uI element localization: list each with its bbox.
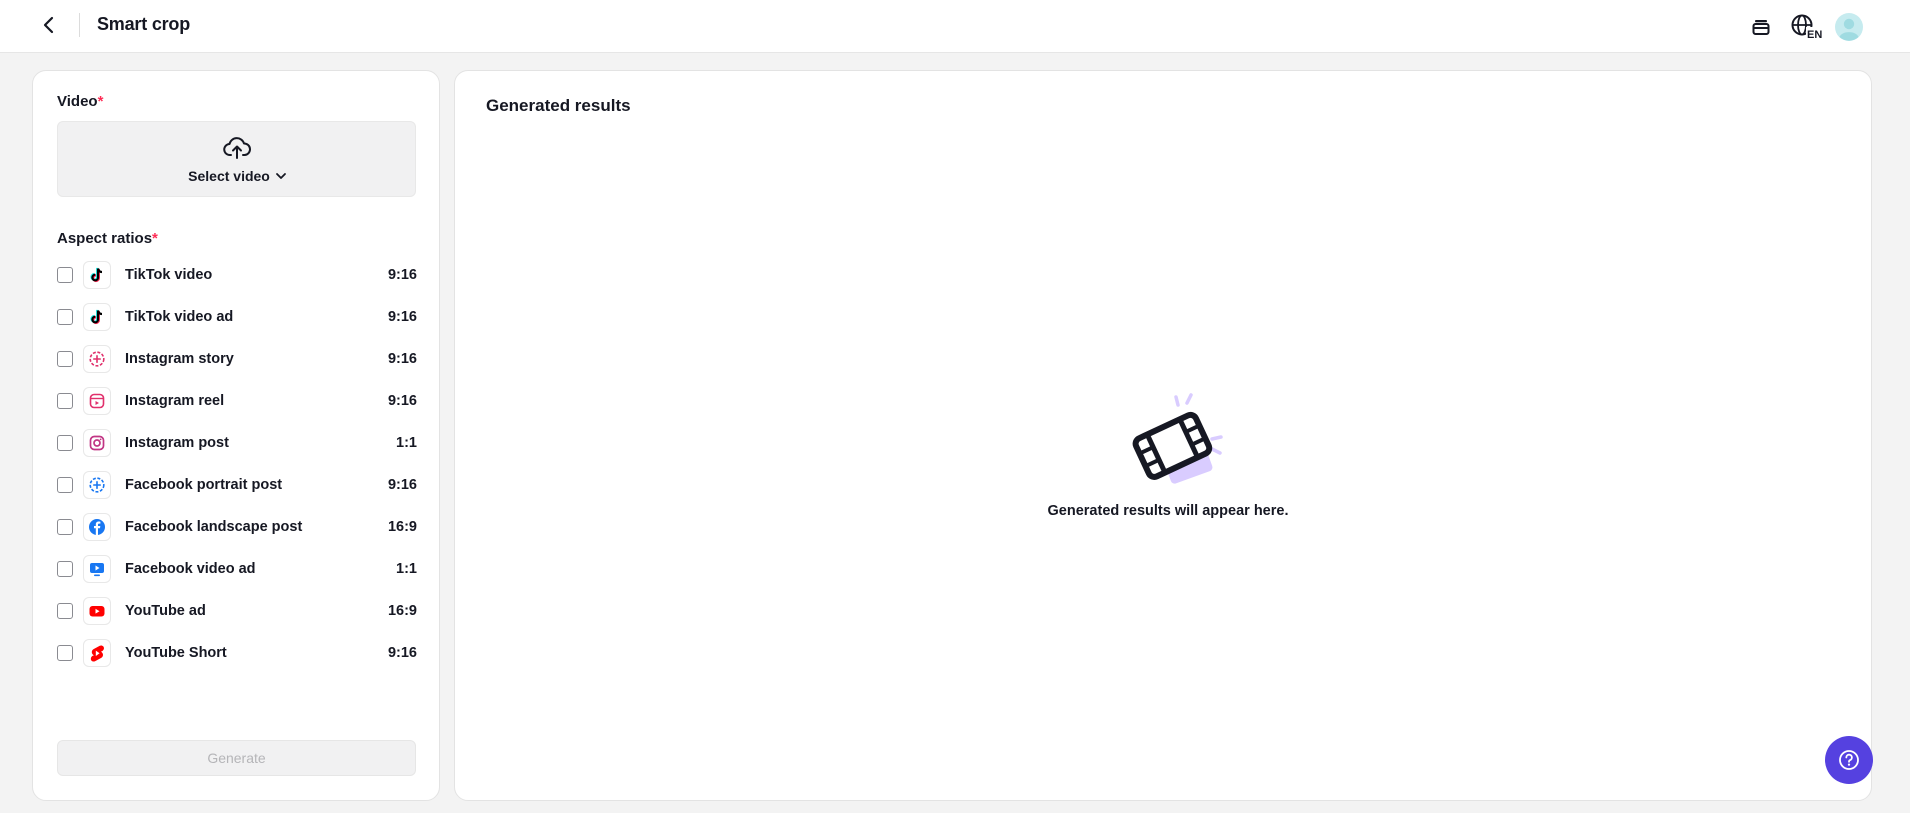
checkbox[interactable] — [57, 309, 73, 325]
select-video-row: Select video — [58, 168, 417, 184]
aspect-option-ratio: 16:9 — [387, 519, 417, 535]
aspect-option-label: Instagram story — [125, 351, 234, 367]
aspect-option-instagram-story[interactable]: Instagram story 9:16 — [57, 338, 417, 380]
avatar-button[interactable] — [1834, 12, 1864, 42]
video-label-text: Video — [57, 93, 98, 110]
checkbox[interactable] — [57, 267, 73, 283]
aspect-option-youtube-short[interactable]: YouTube Short 9:16 — [57, 632, 417, 674]
facebook-story-icon — [83, 471, 111, 499]
aspect-option-ratio: 1:1 — [396, 561, 417, 577]
instagram-story-icon — [83, 345, 111, 373]
youtube-icon — [83, 597, 111, 625]
checkbox[interactable] — [57, 477, 73, 493]
avatar — [1835, 13, 1863, 41]
aspect-option-ratio: 9:16 — [387, 645, 417, 661]
checkbox[interactable] — [57, 435, 73, 451]
aspect-option-label: Instagram reel — [125, 393, 225, 409]
page-title: Smart crop — [97, 14, 191, 34]
aspect-option-label: Facebook video ad — [125, 561, 256, 577]
back-button[interactable] — [36, 12, 62, 38]
aspect-option-ratio: 1:1 — [396, 435, 417, 451]
language-button[interactable]: EN — [1789, 12, 1825, 42]
aspect-option-ratio: 9:16 — [387, 393, 417, 409]
cloud-upload-icon — [223, 137, 251, 159]
checkbox[interactable] — [57, 351, 73, 367]
chevron-down-icon — [275, 173, 286, 179]
globe-icon: EN — [1791, 14, 1824, 41]
aspect-option-facebook-landscape-post[interactable]: Facebook landscape post 16:9 — [57, 506, 417, 548]
top-bar: Smart crop EN — [0, 0, 1910, 53]
film-strip-icon — [1132, 393, 1223, 484]
results-panel: Generated results Generated results will… — [454, 70, 1872, 801]
aspect-option-instagram-post[interactable]: Instagram post 1:1 — [57, 422, 417, 464]
checkbox[interactable] — [57, 393, 73, 409]
checkbox[interactable] — [57, 561, 73, 577]
aspect-ratio-list: TikTok video 9:16 TikTok video ad 9:16 I… — [57, 254, 417, 674]
aspect-option-facebook-video-ad[interactable]: Facebook video ad 1:1 — [57, 548, 417, 590]
aspect-option-ratio: 9:16 — [387, 309, 417, 325]
checkbox[interactable] — [57, 603, 73, 619]
aspect-option-facebook-portrait-post[interactable]: Facebook portrait post 9:16 — [57, 464, 417, 506]
settings-panel: Video* Select video Aspect ratios* TikTo… — [32, 70, 440, 801]
help-button[interactable] — [1825, 736, 1873, 784]
generate-button[interactable]: Generate — [57, 740, 416, 776]
youtube-shorts-icon — [83, 639, 111, 667]
aspect-option-label: Facebook landscape post — [125, 519, 303, 535]
select-video-button[interactable]: Select video — [57, 121, 416, 197]
instagram-reel-icon — [83, 387, 111, 415]
aspect-ratios-label-text: Aspect ratios — [57, 230, 153, 247]
tiktok-icon — [83, 303, 111, 331]
video-label: Video* — [57, 93, 103, 110]
back-arrow-icon — [43, 16, 54, 34]
checkbox[interactable] — [57, 645, 73, 661]
aspect-option-youtube-ad[interactable]: YouTube ad 16:9 — [57, 590, 417, 632]
results-title: Generated results — [486, 96, 631, 115]
layers-button[interactable] — [1746, 12, 1776, 42]
question-mark-icon — [1839, 750, 1859, 770]
tiktok-icon — [83, 261, 111, 289]
aspect-option-label: YouTube Short — [125, 645, 227, 661]
aspect-option-instagram-reel[interactable]: Instagram reel 9:16 — [57, 380, 417, 422]
aspect-option-ratio: 9:16 — [387, 477, 417, 493]
language-code: EN — [1807, 29, 1822, 41]
aspect-option-label: Facebook portrait post — [125, 477, 283, 493]
aspect-option-label: Instagram post — [125, 435, 229, 451]
aspect-option-label: TikTok video — [125, 267, 213, 283]
required-mark: * — [152, 230, 158, 247]
layers-icon — [1752, 20, 1770, 35]
instagram-icon — [83, 429, 111, 457]
facebook-video-icon — [83, 555, 111, 583]
title-divider — [79, 13, 80, 37]
aspect-option-label: TikTok video ad — [125, 309, 234, 325]
aspect-option-tiktok-video[interactable]: TikTok video 9:16 — [57, 254, 417, 296]
aspect-option-ratio: 9:16 — [387, 267, 417, 283]
aspect-option-ratio: 16:9 — [387, 603, 417, 619]
select-video-label: Select video — [188, 168, 270, 184]
aspect-option-label: YouTube ad — [125, 603, 206, 619]
aspect-ratios-label: Aspect ratios* — [57, 230, 158, 247]
checkbox[interactable] — [57, 519, 73, 535]
aspect-option-tiktok-video-ad[interactable]: TikTok video ad 9:16 — [57, 296, 417, 338]
empty-state-text: Generated results will appear here. — [1047, 503, 1289, 519]
required-mark: * — [97, 93, 104, 110]
facebook-icon — [83, 513, 111, 541]
aspect-option-ratio: 9:16 — [387, 351, 417, 367]
